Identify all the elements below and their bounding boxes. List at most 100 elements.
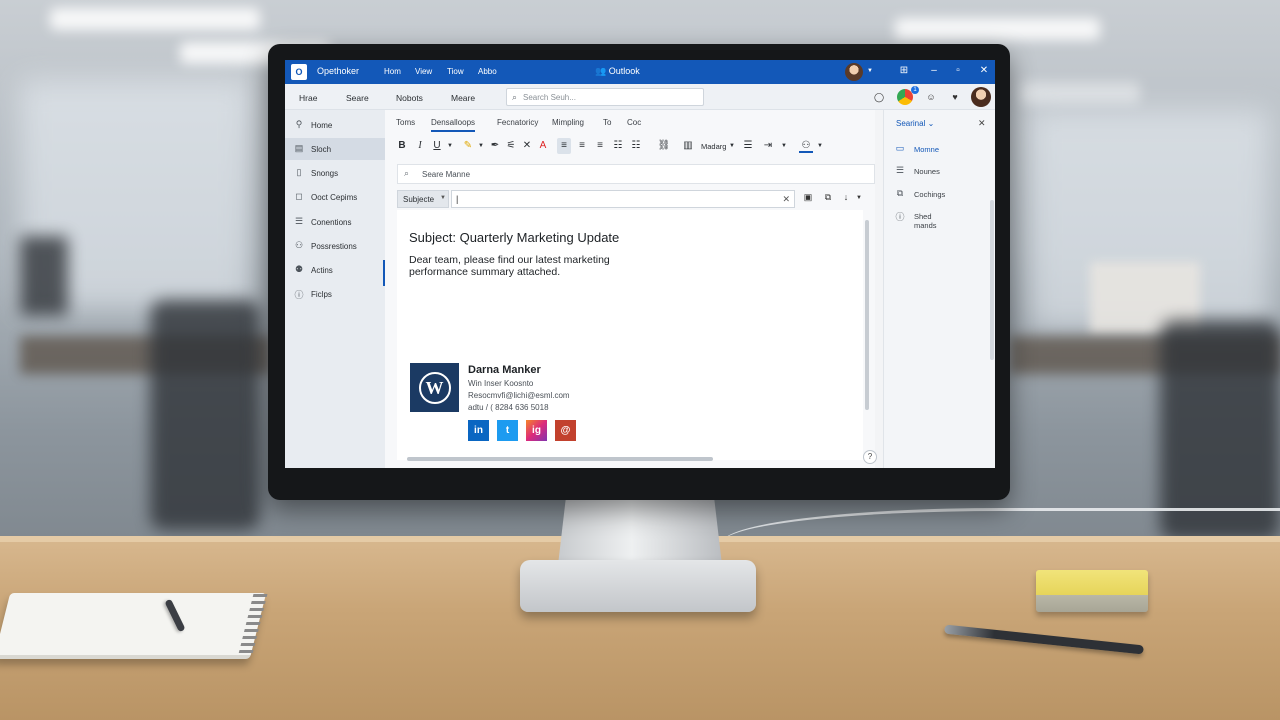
chevron-down-icon[interactable]: ▼ (863, 68, 877, 74)
sidebar-item-home[interactable]: ⚲ Home (285, 114, 385, 136)
ceiling-light (50, 8, 260, 30)
underline-button[interactable]: U (430, 140, 444, 151)
chevron-down-icon: ▼ (440, 195, 446, 201)
brush-icon[interactable]: ⚟ (504, 140, 518, 151)
nav-item[interactable]: Meare (451, 93, 475, 103)
text-cursor: | (456, 194, 459, 204)
card-icon: ▤ (294, 143, 304, 153)
pen-icon[interactable]: ✒ (488, 140, 502, 151)
notification-badge: 1 (911, 86, 919, 94)
maximize-icon[interactable]: ▫ (951, 65, 965, 76)
chevron-down-icon[interactable]: ▼ (474, 143, 488, 149)
sidebar-item-actins[interactable]: ⚉ Actins (285, 259, 385, 281)
recipient-field[interactable]: ⌕ Seare Manne (397, 164, 875, 184)
notebook (0, 593, 267, 659)
sidebar-item-label: Ooct Cepims (311, 193, 358, 202)
logo-letter: W (418, 371, 451, 404)
emoji-icon[interactable]: ☺ (923, 89, 939, 105)
instagram-icon[interactable]: ig (526, 420, 547, 441)
compose-pane: Toms Densalloops Fecnatoricy Mimpling To… (385, 110, 877, 468)
chevron-down-icon[interactable]: ▼ (852, 195, 866, 201)
heart-icon[interactable]: ♥ (947, 89, 963, 105)
help-circle-icon[interactable]: ◯ (871, 89, 887, 105)
nav-bar: Hrae Seare Nobots Meare ⌕ Search Seuh...… (285, 84, 995, 110)
sidebar-item-sloch[interactable]: ▤ Sloch (285, 138, 385, 160)
social-swirl-icon[interactable]: @ (555, 420, 576, 441)
subject-input[interactable]: | ✕ (451, 190, 795, 208)
scrollbar-thumb[interactable] (407, 457, 713, 461)
copy-icon[interactable]: ⧉ (821, 192, 835, 203)
menu-item[interactable]: Abbo (478, 67, 497, 76)
columns-icon[interactable]: ▥ (681, 140, 695, 151)
menu-item[interactable]: Hom (384, 67, 401, 76)
sidebar-item-possrestions[interactable]: ⚇ Possrestions (285, 235, 385, 257)
right-pane-scrollbar[interactable] (990, 200, 994, 360)
info-icon: ⓘ (895, 212, 905, 222)
chevron-down-icon[interactable]: ▼ (725, 143, 739, 149)
menu-item[interactable]: View (415, 67, 432, 76)
download-icon[interactable]: ↓ (839, 192, 853, 202)
tab-densalloops[interactable]: Densalloops (431, 118, 476, 132)
twitter-icon[interactable]: t (497, 420, 518, 441)
right-item-label: Momne (914, 145, 940, 154)
tab-coc[interactable]: Coc (627, 118, 641, 127)
align-right-button[interactable]: ≡ (593, 140, 607, 151)
sidebar-item-conentions[interactable]: ☰ Conentions (285, 211, 385, 233)
info-icon: ⓘ (294, 290, 304, 300)
link-icon[interactable]: ⛓ (657, 140, 671, 151)
horizontal-scrollbar[interactable] (399, 454, 859, 462)
background-chair (150, 300, 260, 530)
list-icon: ☰ (294, 216, 304, 226)
avatar[interactable] (845, 63, 863, 81)
right-pane-header[interactable]: Searinal ⌄ (896, 119, 934, 128)
indent-icon[interactable]: ⇥ (761, 140, 775, 151)
align-left-button[interactable]: ≡ (557, 138, 571, 154)
nav-item[interactable]: Nobots (396, 93, 423, 103)
help-button[interactable]: ? (863, 450, 877, 464)
close-icon[interactable]: ✕ (978, 118, 986, 129)
sidebar-item-ooct-cepims[interactable]: ◻ Ooct Cepims (285, 186, 385, 208)
message-body[interactable]: Subject: Quarterly Marketing Update Dear… (397, 210, 863, 460)
close-icon[interactable]: ✕ (977, 65, 991, 76)
linkedin-icon[interactable]: in (468, 420, 489, 441)
signature-icon[interactable]: ⚇ (799, 140, 813, 153)
minimize-icon[interactable]: – (927, 65, 941, 76)
tab-toms[interactable]: Toms (396, 118, 415, 127)
numbering-button[interactable]: ☷ (629, 140, 643, 151)
layout-icon[interactable]: ⊞ (897, 65, 911, 76)
menu-item[interactable]: Tiow (447, 67, 464, 76)
align-center-button[interactable]: ≡ (575, 140, 589, 151)
nav-item[interactable]: Hrae (299, 93, 317, 103)
background-monitor (20, 236, 68, 316)
tab-fecnatoricy[interactable]: Fecnatoricy (497, 118, 538, 127)
sidebar-item-label: Home (311, 121, 333, 130)
tab-to[interactable]: To (603, 118, 611, 127)
chevron-down-icon[interactable]: ▼ (813, 143, 827, 149)
right-item-label: Nounes (914, 167, 940, 176)
close-icon[interactable]: ✕ (782, 194, 790, 205)
chevron-down-icon[interactable]: ▼ (443, 143, 457, 149)
tab-mimpling[interactable]: Mimpling (552, 118, 584, 127)
clear-format-icon[interactable]: ✕ (520, 140, 534, 151)
sidebar: ⚲ Home ▤ Sloch ▯ Snongs ◻ Ooct Cepims ☰ … (285, 110, 385, 468)
sidebar-item-snongs[interactable]: ▯ Snongs (285, 162, 385, 184)
italic-button[interactable]: I (413, 140, 427, 151)
attach-icon[interactable]: ▣ (801, 192, 815, 203)
font-color-icon[interactable]: A (536, 140, 550, 151)
search-input[interactable]: ⌕ Search Seuh... (506, 88, 704, 106)
bullets-button[interactable]: ☷ (611, 140, 625, 151)
chevron-down-icon[interactable]: ▼ (777, 143, 791, 149)
profile-avatar[interactable] (971, 87, 991, 107)
subject-dropdown[interactable]: Subjecte ▼ (397, 190, 449, 208)
vertical-scrollbar[interactable] (865, 220, 869, 410)
nav-item[interactable]: Seare (346, 93, 369, 103)
list-icon[interactable]: ☰ (741, 140, 755, 151)
doc-icon: ▯ (296, 167, 302, 177)
bold-button[interactable]: B (395, 140, 409, 151)
highlighter-icon[interactable]: ✎ (461, 140, 475, 151)
sidebar-item-ficlps[interactable]: ⓘ Ficlps (285, 283, 385, 305)
list-icon: ☰ (895, 165, 905, 175)
chat-icon: ◻ (295, 191, 303, 201)
style-dropdown[interactable]: Madarg (701, 142, 726, 151)
sticky-notes (1036, 570, 1148, 612)
